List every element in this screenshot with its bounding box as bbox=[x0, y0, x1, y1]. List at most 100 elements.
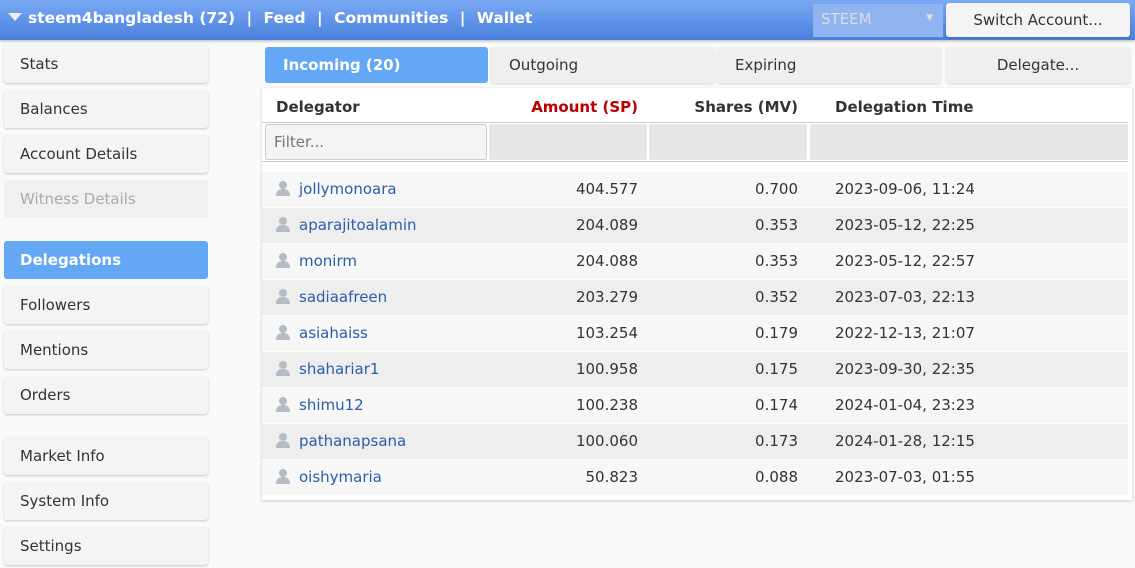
sidebar-item-delegations[interactable]: Delegations bbox=[4, 241, 208, 279]
nav-communities[interactable]: Communities bbox=[334, 9, 448, 27]
shares: 0.353 bbox=[755, 216, 798, 234]
delegator-link[interactable]: pathanapsana bbox=[276, 424, 406, 459]
delegator-link[interactable]: sadiaafreen bbox=[276, 280, 387, 315]
delegation-time: 2024-01-04, 23:23 bbox=[835, 396, 975, 414]
col-amount[interactable]: Amount (SP) bbox=[488, 88, 638, 122]
user-icon bbox=[276, 246, 290, 268]
delegation-time: 2023-05-12, 22:57 bbox=[835, 252, 975, 270]
user-icon bbox=[276, 282, 290, 304]
user-icon bbox=[276, 318, 290, 340]
delegator-name[interactable]: sadiaafreen bbox=[299, 288, 387, 306]
delegation-time: 2022-12-13, 21:07 bbox=[835, 324, 975, 342]
nav-feed[interactable]: Feed bbox=[264, 9, 306, 27]
amount: 204.088 bbox=[575, 252, 638, 270]
sidebar-item-market-info[interactable]: Market Info bbox=[4, 437, 208, 475]
delegator-name[interactable]: monirm bbox=[299, 252, 357, 270]
tab-1[interactable]: Outgoing bbox=[491, 47, 714, 83]
delegator-link[interactable]: jollymonoara bbox=[276, 172, 397, 207]
sidebar-item-account-details[interactable]: Account Details bbox=[4, 135, 208, 173]
separator: | bbox=[246, 9, 253, 27]
table-row: jollymonoara 404.577 0.700 2023-09-06, 1… bbox=[262, 172, 1128, 207]
tab-3[interactable]: Delegate... bbox=[946, 47, 1130, 83]
col-delegator[interactable]: Delegator bbox=[276, 88, 360, 122]
user-icon bbox=[276, 210, 290, 232]
delegator-link[interactable]: oishymaria bbox=[276, 460, 382, 495]
currency-value: STEEM bbox=[821, 10, 872, 28]
sidebar-item-orders[interactable]: Orders bbox=[4, 376, 208, 414]
filter-input[interactable] bbox=[265, 124, 487, 160]
table-row: aparajitoalamin 204.089 0.353 2023-05-12… bbox=[262, 208, 1128, 243]
divider bbox=[262, 122, 1128, 123]
amount: 100.060 bbox=[575, 432, 638, 450]
nav-wallet[interactable]: Wallet bbox=[477, 9, 533, 27]
user-icon bbox=[276, 174, 290, 196]
delegator-name[interactable]: shahariar1 bbox=[299, 360, 379, 378]
sidebar-item-system-info[interactable]: System Info bbox=[4, 482, 208, 520]
user-icon bbox=[276, 390, 290, 412]
table-row: asiahaiss 103.254 0.179 2022-12-13, 21:0… bbox=[262, 316, 1128, 351]
table-row: oishymaria 50.823 0.088 2023-07-03, 01:5… bbox=[262, 460, 1128, 495]
delegator-name[interactable]: asiahaiss bbox=[299, 324, 368, 342]
amount: 203.279 bbox=[575, 288, 638, 306]
delegation-time: 2023-07-03, 22:13 bbox=[835, 288, 975, 306]
shares: 0.179 bbox=[755, 324, 798, 342]
col-shares[interactable]: Shares (MV) bbox=[648, 88, 798, 122]
divider bbox=[262, 161, 1128, 162]
amount: 404.577 bbox=[575, 180, 638, 198]
filter-blank bbox=[810, 124, 1128, 160]
sidebar-item-witness-details: Witness Details bbox=[4, 180, 208, 218]
delegation-time: 2024-01-28, 12:15 bbox=[835, 432, 975, 450]
delegator-link[interactable]: aparajitoalamin bbox=[276, 208, 417, 243]
tab-2[interactable]: Expiring bbox=[717, 47, 941, 83]
table-row: pathanapsana 100.060 0.173 2024-01-28, 1… bbox=[262, 424, 1128, 459]
delegator-name[interactable]: pathanapsana bbox=[299, 432, 406, 450]
user-icon bbox=[276, 426, 290, 448]
table-row: shimu12 100.238 0.174 2024-01-04, 23:23 bbox=[262, 388, 1128, 423]
delegator-link[interactable]: monirm bbox=[276, 244, 357, 279]
delegator-link[interactable]: shimu12 bbox=[276, 388, 364, 423]
shares: 0.173 bbox=[755, 432, 798, 450]
delegation-time: 2023-09-30, 22:35 bbox=[835, 360, 975, 378]
amount: 103.254 bbox=[575, 324, 638, 342]
shares: 0.353 bbox=[755, 252, 798, 270]
delegation-time: 2023-09-06, 11:24 bbox=[835, 180, 975, 198]
currency-select[interactable]: STEEM ▼ bbox=[813, 4, 943, 37]
delegator-link[interactable]: asiahaiss bbox=[276, 316, 368, 351]
table-row: shahariar1 100.958 0.175 2023-09-30, 22:… bbox=[262, 352, 1128, 387]
shares: 0.175 bbox=[755, 360, 798, 378]
top-bar: steem4bangladesh (72) | Feed | Communiti… bbox=[0, 0, 1135, 40]
dropdown-triangle-icon[interactable] bbox=[8, 13, 22, 21]
delegations-table: Delegator Amount (SP) Shares (MV) Delega… bbox=[262, 88, 1132, 500]
shares: 0.174 bbox=[755, 396, 798, 414]
sidebar-item-settings[interactable]: Settings bbox=[4, 527, 208, 565]
delegator-name[interactable]: jollymonoara bbox=[299, 180, 397, 198]
delegator-link[interactable]: shahariar1 bbox=[276, 352, 379, 387]
separator: | bbox=[459, 9, 466, 27]
user-icon bbox=[276, 354, 290, 376]
delegation-time: 2023-05-12, 22:25 bbox=[835, 216, 975, 234]
table-row: sadiaafreen 203.279 0.352 2023-07-03, 22… bbox=[262, 280, 1128, 315]
separator: | bbox=[317, 9, 323, 27]
switch-account-button[interactable]: Switch Account... bbox=[946, 3, 1130, 37]
delegator-name[interactable]: aparajitoalamin bbox=[299, 216, 417, 234]
amount: 100.238 bbox=[575, 396, 638, 414]
amount: 100.958 bbox=[575, 360, 638, 378]
account-menu[interactable]: steem4bangladesh (72) bbox=[28, 9, 235, 27]
table-row: monirm 204.088 0.353 2023-05-12, 22:57 bbox=[262, 244, 1128, 279]
delegator-name[interactable]: oishymaria bbox=[299, 468, 382, 486]
chevron-down-icon: ▼ bbox=[926, 13, 933, 23]
sidebar-item-stats[interactable]: Stats bbox=[4, 45, 208, 83]
sidebar-item-followers[interactable]: Followers bbox=[4, 286, 208, 324]
sidebar-item-mentions[interactable]: Mentions bbox=[4, 331, 208, 369]
user-icon bbox=[276, 462, 290, 484]
amount: 204.089 bbox=[575, 216, 638, 234]
amount: 50.823 bbox=[585, 468, 639, 486]
filter-blank bbox=[489, 124, 647, 160]
sidebar-item-balances[interactable]: Balances bbox=[4, 90, 208, 128]
filter-blank bbox=[649, 124, 807, 160]
delegation-time: 2023-07-03, 01:55 bbox=[835, 468, 975, 486]
tab-0[interactable]: Incoming (20) bbox=[265, 47, 488, 83]
shares: 0.700 bbox=[755, 180, 798, 198]
delegator-name[interactable]: shimu12 bbox=[299, 396, 364, 414]
col-time[interactable]: Delegation Time bbox=[835, 88, 974, 122]
